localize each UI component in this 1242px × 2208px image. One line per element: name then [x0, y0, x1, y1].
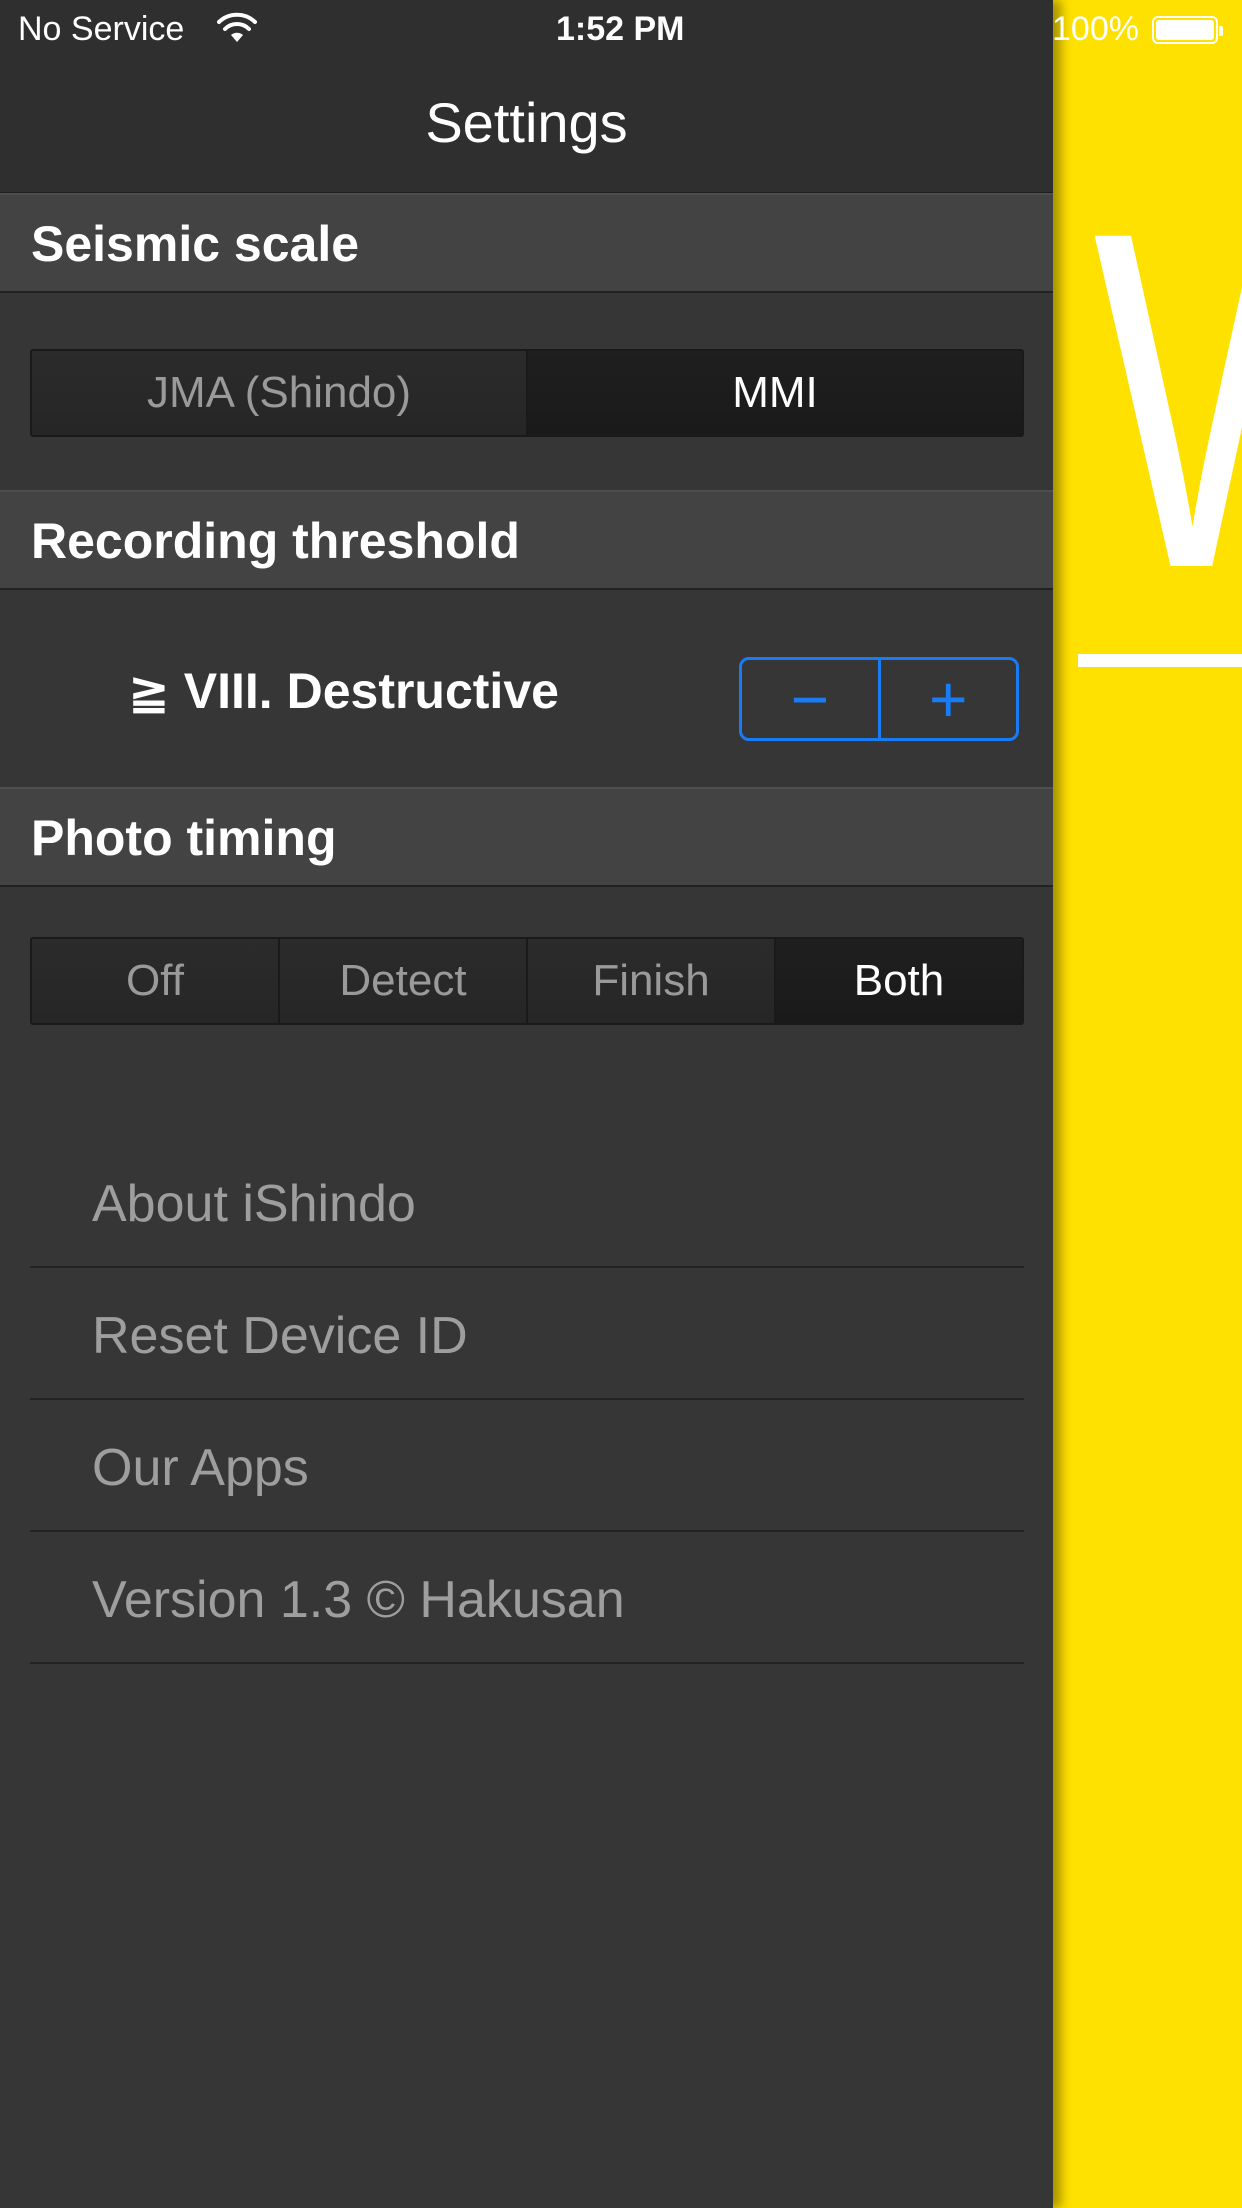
- screen: W Settings Seismic scale JMA (Shindo) MM…: [0, 0, 1242, 2208]
- battery-icon: [1152, 16, 1223, 44]
- wifi-icon: [217, 12, 257, 42]
- main-view-letter: W: [1093, 160, 1242, 640]
- segment-jma-shindo[interactable]: JMA (Shindo): [32, 351, 528, 435]
- carrier-label: No Service: [18, 10, 185, 48]
- seismic-scale-segmented-control: JMA (Shindo) MMI: [30, 349, 1024, 437]
- menu-item-label: Our Apps: [92, 1439, 309, 1497]
- section-label: Seismic scale: [31, 216, 360, 272]
- status-bar: No Service 1:52 PM 100%: [0, 0, 1242, 60]
- segment-off[interactable]: Off: [32, 939, 280, 1023]
- section-label: Photo timing: [31, 810, 337, 866]
- main-view-underline: [1078, 654, 1242, 667]
- settings-panel: Settings Seismic scale JMA (Shindo) MMI …: [0, 0, 1053, 2208]
- menu-item-about[interactable]: About iShindo: [30, 1136, 1024, 1268]
- menu-item-label: About iShindo: [92, 1175, 416, 1233]
- page-title: Settings: [425, 91, 628, 154]
- clock: 1:52 PM: [556, 10, 685, 48]
- section-header-seismic-scale: Seismic scale: [0, 193, 1053, 293]
- photo-timing-segmented-control: Off Detect Finish Both: [30, 937, 1024, 1025]
- decrement-button[interactable]: −: [742, 660, 881, 738]
- segment-mmi[interactable]: MMI: [528, 351, 1022, 435]
- segment-detect[interactable]: Detect: [280, 939, 528, 1023]
- threshold-value: ≧ VIII. Destructive: [128, 663, 559, 719]
- battery-percent: 100%: [1052, 10, 1139, 48]
- main-view-peek[interactable]: W: [1053, 0, 1242, 2208]
- section-label: Recording threshold: [31, 513, 520, 569]
- menu-item-label: Reset Device ID: [92, 1307, 468, 1365]
- menu-item-our-apps[interactable]: Our Apps: [30, 1400, 1024, 1532]
- segment-finish[interactable]: Finish: [528, 939, 776, 1023]
- menu-item-version: Version 1.3 © Hakusan: [30, 1532, 1024, 1664]
- menu-item-reset-device-id[interactable]: Reset Device ID: [30, 1268, 1024, 1400]
- section-header-photo-timing: Photo timing: [0, 787, 1053, 887]
- increment-button[interactable]: +: [881, 660, 1017, 738]
- section-header-recording-threshold: Recording threshold: [0, 490, 1053, 590]
- threshold-stepper: − +: [739, 657, 1019, 741]
- segment-both[interactable]: Both: [776, 939, 1022, 1023]
- version-label: Version 1.3 © Hakusan: [92, 1571, 625, 1629]
